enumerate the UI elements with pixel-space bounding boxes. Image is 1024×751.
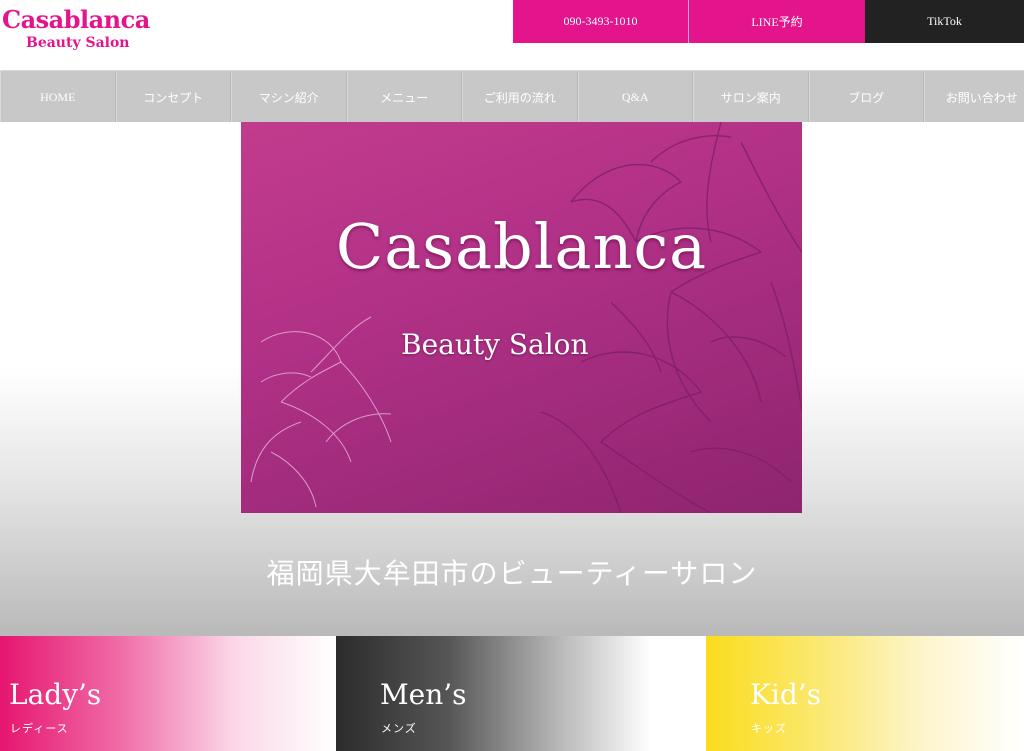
logo-sub-text: Beauty Salon — [26, 35, 130, 51]
hero-banner-image: Casablanca Beauty Salon — [241, 122, 802, 513]
hero-section: Casablanca Beauty Salon 福岡県大牟田市のビューティーサロ… — [0, 122, 1024, 636]
line-reservation-button[interactable]: LINE予約 — [689, 0, 865, 43]
nav-item-salon[interactable]: サロン案内 — [693, 71, 809, 122]
card-title: Men’s — [380, 678, 467, 711]
nav-item-machines[interactable]: マシン紹介 — [231, 71, 347, 122]
category-card-mens[interactable]: Men’s メンズ — [336, 636, 706, 751]
card-title: Lady’s — [9, 678, 102, 711]
main-nav: HOME コンセプト マシン紹介 メニュー ご利用の流れ Q&A サロン案内 ブ… — [0, 70, 1024, 122]
nav-item-home[interactable]: HOME — [0, 71, 116, 122]
phone-button[interactable]: 090-3493-1010 — [513, 0, 689, 43]
lily-illustration — [250, 122, 802, 513]
nav-item-contact[interactable]: お問い合わせ — [924, 71, 1024, 122]
card-title: Kid’s — [750, 678, 822, 711]
card-subtitle: レディース — [10, 723, 69, 735]
category-cards: Lady’s レディース Men’s メンズ Kid’s キッズ — [0, 636, 1024, 751]
category-card-ladies[interactable]: Lady’s レディース — [0, 636, 336, 751]
logo-main-text: Casablanca — [2, 5, 150, 34]
top-links: 090-3493-1010 LINE予約 TikTok — [513, 0, 1024, 43]
tiktok-button[interactable]: TikTok — [865, 0, 1024, 43]
site-header: Casablanca Beauty Salon 090-3493-1010 LI… — [0, 0, 1024, 70]
category-card-kids[interactable]: Kid’s キッズ — [706, 636, 1024, 751]
nav-item-menu[interactable]: メニュー — [346, 71, 462, 122]
hero-tagline: 福岡県大牟田市のビューティーサロン — [266, 557, 758, 590]
card-subtitle: キッズ — [751, 723, 787, 735]
site-logo[interactable]: Casablanca Beauty Salon — [2, 5, 152, 51]
hero-subtitle: Beauty Salon — [401, 328, 589, 361]
nav-item-blog[interactable]: ブログ — [808, 71, 924, 122]
nav-item-qa[interactable]: Q&A — [577, 71, 693, 122]
hero-title: Casablanca — [335, 210, 708, 283]
card-subtitle: メンズ — [381, 723, 417, 735]
nav-item-concept[interactable]: コンセプト — [115, 71, 231, 122]
nav-item-flow[interactable]: ご利用の流れ — [462, 71, 578, 122]
